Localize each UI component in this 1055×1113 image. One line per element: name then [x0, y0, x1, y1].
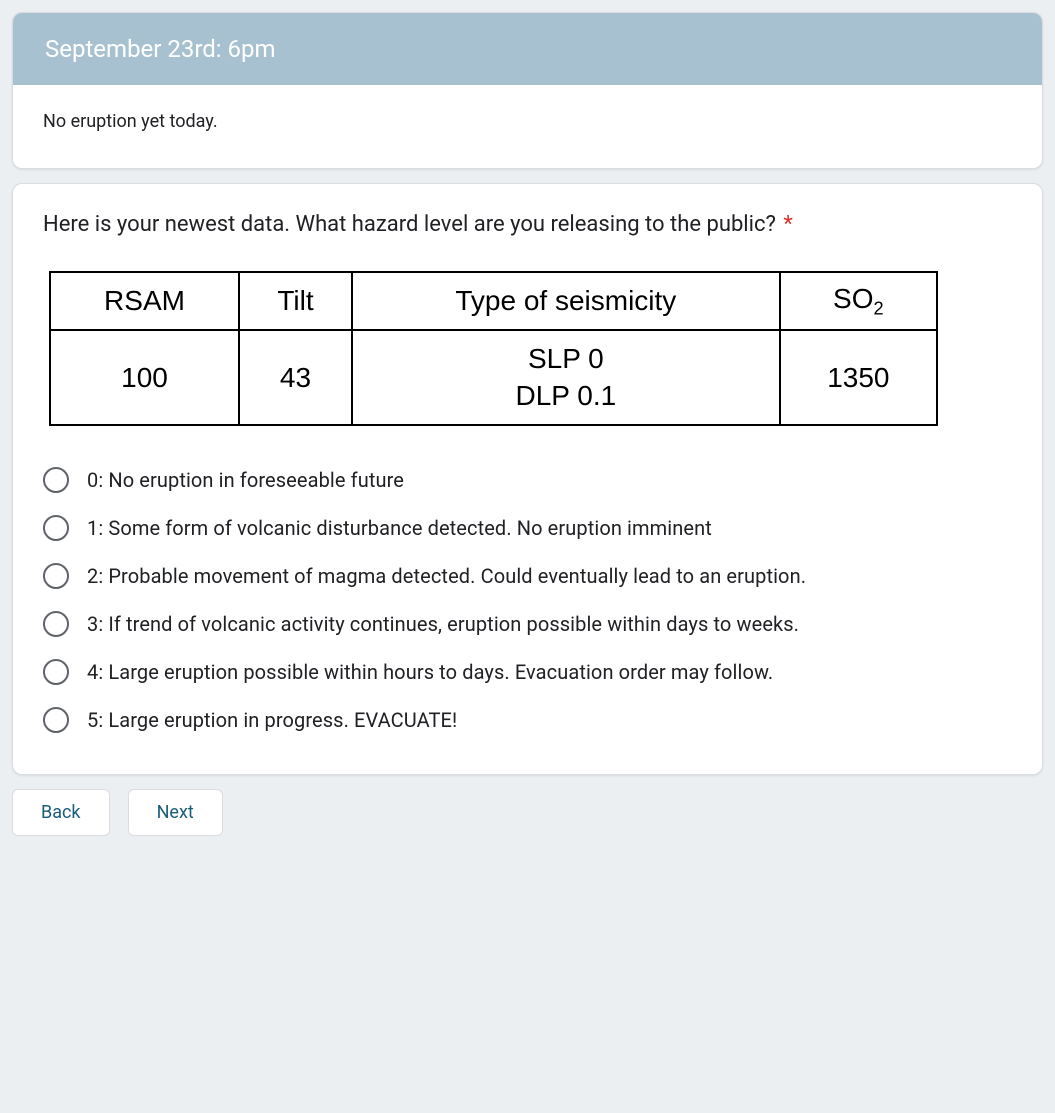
option-label: 5: Large eruption in progress. EVACUATE!: [87, 708, 457, 732]
th-rsam: RSAM: [50, 272, 239, 331]
question-label: Here is your newest data. What hazard le…: [43, 212, 776, 237]
option-5[interactable]: 5: Large eruption in progress. EVACUATE!: [43, 696, 1012, 744]
td-so2: 1350: [780, 330, 937, 425]
th-seismicity: Type of seismicity: [352, 272, 780, 331]
option-label: 4: Large eruption possible within hours …: [87, 660, 773, 684]
radio-icon: [43, 611, 69, 637]
info-card: September 23rd: 6pm No eruption yet toda…: [12, 12, 1043, 169]
option-1[interactable]: 1: Some form of volcanic disturbance det…: [43, 504, 1012, 552]
radio-icon: [43, 659, 69, 685]
options-group: 0: No eruption in foreseeable future 1: …: [43, 456, 1012, 744]
option-3[interactable]: 3: If trend of volcanic activity continu…: [43, 600, 1012, 648]
th-so2: SO2: [780, 272, 937, 331]
card-header-title: September 23rd: 6pm: [13, 13, 1042, 85]
option-label: 2: Probable movement of magma detected. …: [87, 564, 806, 588]
status-text: No eruption yet today.: [13, 85, 1042, 168]
td-rsam: 100: [50, 330, 239, 425]
option-label: 3: If trend of volcanic activity continu…: [87, 612, 799, 636]
next-button[interactable]: Next: [128, 789, 223, 836]
question-card: Here is your newest data. What hazard le…: [12, 183, 1043, 775]
td-seismicity: SLP 0 DLP 0.1: [352, 330, 780, 425]
so2-sub: 2: [874, 298, 884, 318]
option-label: 1: Some form of volcanic disturbance det…: [87, 516, 712, 540]
option-2[interactable]: 2: Probable movement of magma detected. …: [43, 552, 1012, 600]
data-table: RSAM Tilt Type of seismicity SO2 100 43 …: [49, 271, 938, 426]
nav-buttons: Back Next: [12, 789, 1043, 836]
radio-icon: [43, 467, 69, 493]
seis-line2: DLP 0.1: [367, 378, 765, 414]
seis-line1: SLP 0: [367, 341, 765, 377]
radio-icon: [43, 515, 69, 541]
option-4[interactable]: 4: Large eruption possible within hours …: [43, 648, 1012, 696]
question-text: Here is your newest data. What hazard le…: [43, 210, 1012, 241]
back-button[interactable]: Back: [12, 789, 110, 836]
required-marker: *: [783, 212, 792, 237]
so2-base: SO: [833, 283, 873, 314]
option-label: 0: No eruption in foreseeable future: [87, 468, 404, 492]
option-0[interactable]: 0: No eruption in foreseeable future: [43, 456, 1012, 504]
radio-icon: [43, 707, 69, 733]
th-tilt: Tilt: [239, 272, 352, 331]
radio-icon: [43, 563, 69, 589]
td-tilt: 43: [239, 330, 352, 425]
